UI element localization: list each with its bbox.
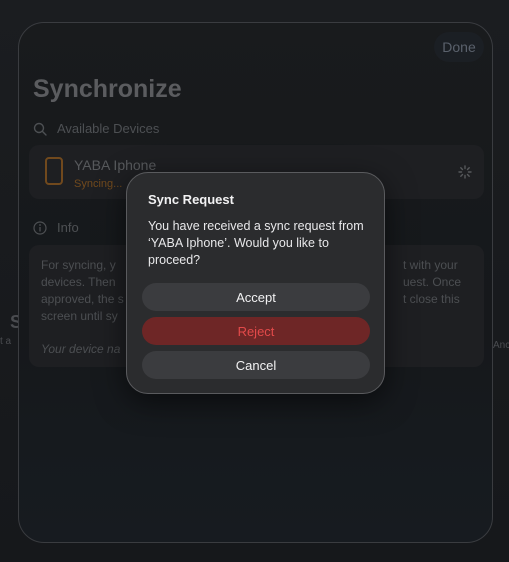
accept-button[interactable]: Accept — [142, 283, 370, 311]
available-devices-label: Available Devices — [57, 121, 160, 136]
info-label: Info — [57, 220, 79, 235]
background-peek-right-text: Anc — [493, 340, 509, 351]
spinner-icon — [458, 165, 472, 179]
sync-request-dialog: Sync Request You have received a sync re… — [126, 172, 385, 394]
info-icon — [33, 220, 47, 235]
search-icon — [33, 122, 47, 136]
device-status: Syncing... — [74, 178, 123, 190]
dialog-message: You have received a sync request from ‘Y… — [148, 219, 364, 267]
background-peek-left-text: t a — [0, 336, 12, 347]
info-text-right: t with your uest. Once t close this — [403, 257, 461, 308]
background-peek-right: Anc — [493, 340, 509, 360]
device-name: YABA Iphone — [74, 157, 157, 173]
info-text-right-line: t close this — [403, 292, 460, 306]
info-text-right-line: t with your — [403, 258, 458, 272]
info-header: Info — [33, 220, 79, 235]
cancel-button[interactable]: Cancel — [142, 351, 370, 379]
available-devices-header: Available Devices — [33, 121, 159, 136]
page-title: Synchronize — [33, 75, 182, 103]
dialog-title: Sync Request — [148, 192, 234, 207]
phone-icon — [45, 157, 63, 185]
done-button[interactable]: Done — [434, 32, 484, 62]
info-text-right-line: uest. Once — [403, 275, 462, 289]
reject-button[interactable]: Reject — [142, 317, 370, 345]
